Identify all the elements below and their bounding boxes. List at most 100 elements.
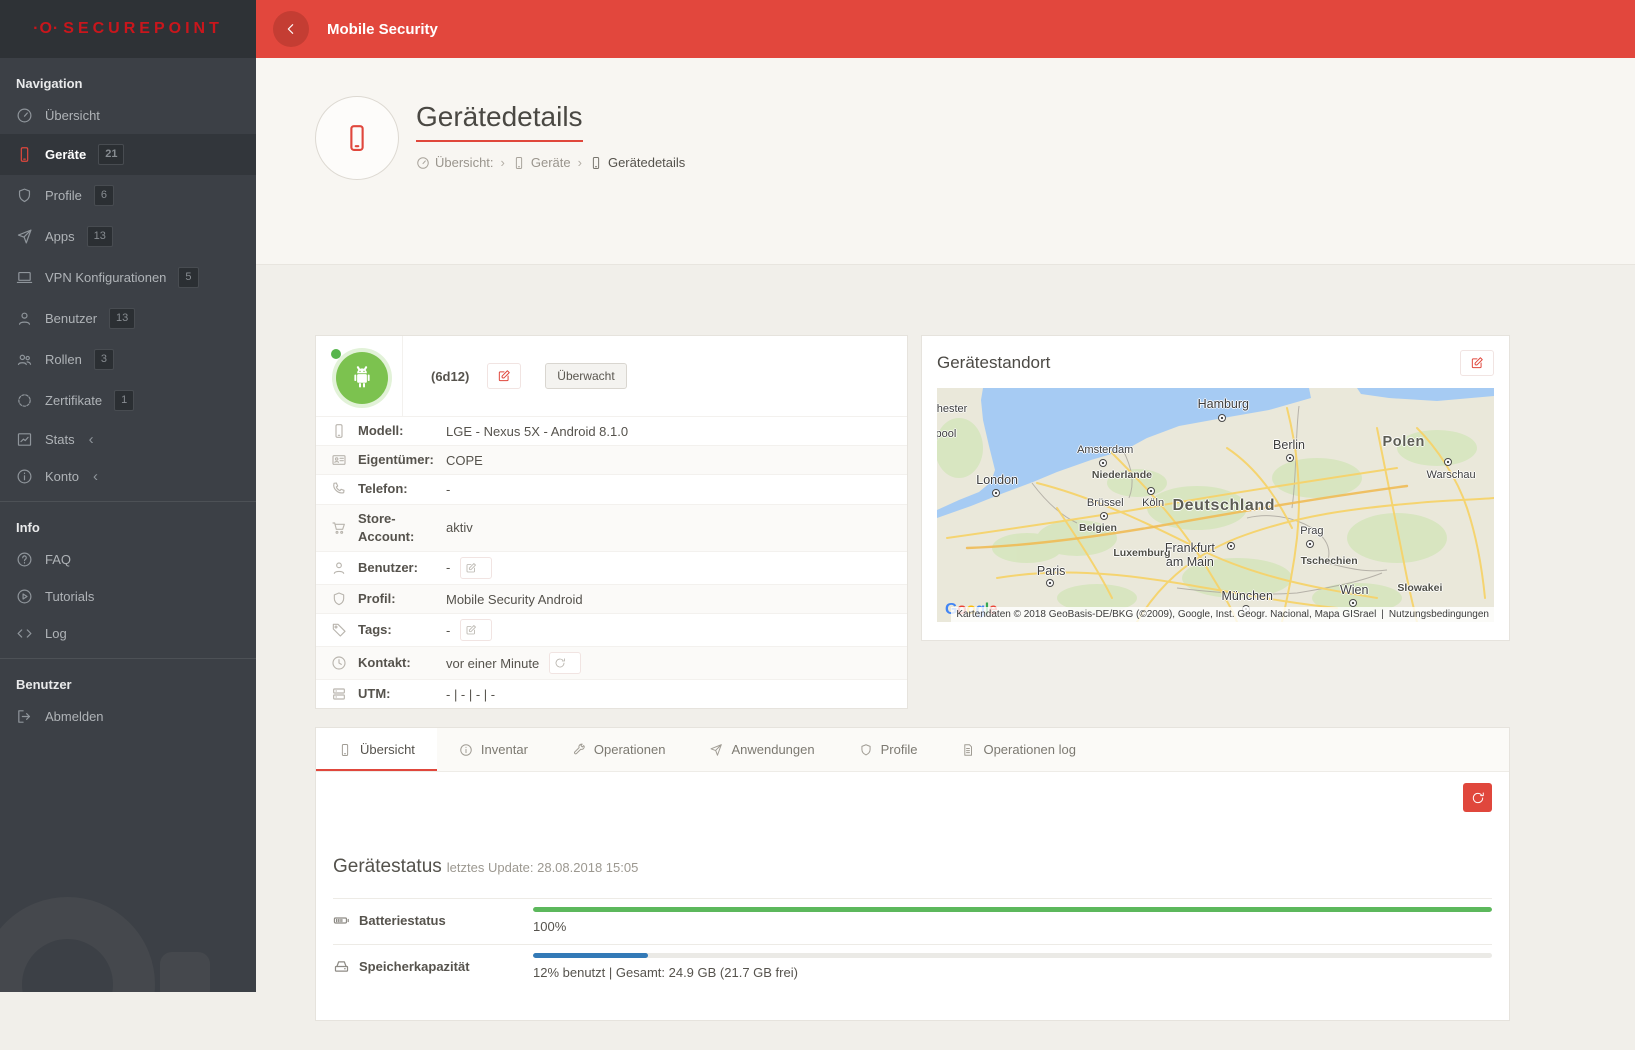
breadcrumb-item-bersicht[interactable]: Übersicht: [416, 155, 494, 170]
gauge-icon [16, 107, 33, 124]
map-city-marker [1099, 459, 1107, 467]
device-location-map[interactable]: chesterpoolHamburgAmsterdamBerlinPolenNi… [937, 388, 1494, 622]
logo-mark: ·O· [33, 20, 59, 38]
back-button[interactable] [273, 11, 309, 47]
detail-label: Profil: [358, 590, 446, 608]
nav-section-navigation: NavigationÜbersichtGeräte21Profile6Apps1… [0, 58, 256, 495]
map-city-marker [1147, 487, 1155, 495]
detail-value: - [446, 482, 450, 497]
edit-tags-button[interactable] [460, 619, 492, 641]
terms-link[interactable]: Nutzungsbedingungen [1389, 609, 1489, 620]
detail-value: Mobile Security Android [446, 592, 583, 607]
device-avatar [330, 348, 388, 404]
clock-icon [331, 655, 347, 671]
attribution-separator: | [1381, 609, 1384, 620]
file-text-icon [961, 743, 975, 757]
page-avatar [315, 96, 399, 180]
tab-anwendungen[interactable]: Anwendungen [687, 728, 836, 771]
count-badge: 6 [94, 185, 114, 206]
battery-icon [333, 912, 350, 929]
sidebar-item-faq[interactable]: FAQ [0, 541, 256, 578]
smartphone-icon [589, 156, 603, 170]
info-icon [459, 743, 473, 757]
handset-icon [331, 481, 347, 497]
sidebar-item-ger-te[interactable]: Geräte21 [0, 134, 256, 175]
detail-value-text: - [446, 623, 450, 638]
breadcrumb-separator: › [501, 155, 505, 170]
tab-bar: ÜbersichtInventar Operationen Anwendungen P… [316, 728, 1509, 772]
detail-value: - [446, 619, 492, 641]
sidebar-item-label: Log [45, 626, 67, 641]
sidebar-item-abmelden[interactable]: Abmelden [0, 698, 256, 735]
device-detail-row-profil: Profil:Mobile Security Android [316, 584, 907, 613]
status-label-text: Batteriestatus [359, 913, 446, 928]
sidebar-item-konto[interactable]: Konto‹ [0, 458, 256, 495]
sidebar-item-stats[interactable]: Stats‹ [0, 421, 256, 458]
edit-benutzer-button[interactable] [460, 557, 492, 579]
detail-value-text: - | - | - | - [446, 687, 495, 702]
tab-inventar[interactable]: Inventar [437, 728, 550, 771]
users-icon [16, 351, 33, 368]
wrench-icon [572, 743, 586, 757]
tab-profile[interactable]: Profile [837, 728, 940, 771]
detail-label: UTM: [358, 685, 446, 703]
sidebar-item-zertifikate[interactable]: Zertifikate1 [0, 380, 256, 421]
edit-device-name-button[interactable] [487, 363, 521, 389]
breadcrumb-item-ger-tedetails[interactable]: Gerätedetails [589, 155, 685, 170]
sidebar-item-bersicht[interactable]: Übersicht [0, 97, 256, 134]
detail-value: COPE [446, 453, 483, 468]
count-badge: 1 [114, 390, 134, 411]
refresh-icon [1471, 791, 1485, 805]
tab-bersicht[interactable]: Übersicht [316, 728, 437, 771]
sidebar-item-apps[interactable]: Apps13 [0, 216, 256, 257]
tab-operationen[interactable]: Operationen [550, 728, 688, 771]
count-badge: 13 [109, 308, 135, 329]
sidebar-item-tutorials[interactable]: Tutorials [0, 578, 256, 615]
question-icon [16, 551, 33, 568]
smartphone-icon [342, 123, 372, 153]
tab-label: Profile [881, 742, 918, 757]
map-card-title: Gerätestandort [937, 353, 1050, 373]
map-attribution: Kartendaten © 2018 GeoBasis-DE/BKG (©200… [951, 607, 1494, 622]
device-detail-row-modell: Modell:LGE - Nexus 5X - Android 8.1.0 [316, 416, 907, 445]
tab-label: Operationen [594, 742, 666, 757]
refresh-status-button[interactable] [1463, 783, 1492, 812]
sidebar-item-benutzer[interactable]: Benutzer13 [0, 298, 256, 339]
status-row-speicherkapazit-t: Speicherkapazität12% benutzt | Gesamt: 2… [333, 944, 1492, 990]
breadcrumb: Übersicht:›Geräte›Gerätedetails [416, 155, 685, 170]
refresh-kontakt-button[interactable] [549, 652, 581, 674]
device-name: (6d12) [431, 369, 469, 384]
detail-value-text: aktiv [446, 520, 473, 535]
detail-value-text: - [446, 482, 450, 497]
edit-location-button[interactable] [1460, 350, 1494, 376]
sidebar-item-rollen[interactable]: Rollen3 [0, 339, 256, 380]
progress-track [533, 953, 1492, 958]
count-badge: 5 [178, 267, 198, 288]
edit-icon [465, 624, 477, 636]
android-icon [347, 363, 377, 393]
breadcrumb-label: Geräte [531, 155, 571, 170]
sidebar-item-log[interactable]: Log [0, 615, 256, 652]
sidebar-item-label: Apps [45, 229, 75, 244]
smartphone-icon [338, 743, 352, 757]
nav-section-info: InfoFAQTutorialsLog [0, 501, 256, 652]
detail-value-text: - [446, 560, 450, 575]
detail-value: vor einer Minute [446, 652, 581, 674]
certificate-icon [16, 392, 33, 409]
edit-icon [1470, 356, 1484, 370]
sidebar-item-label: FAQ [45, 552, 71, 567]
sidebar-item-label: Tutorials [45, 589, 94, 604]
topbar: Mobile Security [256, 0, 1635, 58]
logout-icon [16, 708, 33, 725]
breadcrumb-item-ger-te[interactable]: Geräte [512, 155, 571, 170]
chevron-collapse-icon: ‹ [89, 431, 94, 448]
sidebar-item-profile[interactable]: Profile6 [0, 175, 256, 216]
map-city-marker [1046, 579, 1054, 587]
code-icon [16, 625, 33, 642]
sidebar-item-vpn-konfigurationen[interactable]: VPN Konfigurationen5 [0, 257, 256, 298]
tab-content: Gerätestatusletztes Update: 28.08.2018 1… [316, 772, 1509, 1020]
detail-value-text: Mobile Security Android [446, 592, 583, 607]
detail-label: Eigentümer: [358, 451, 446, 469]
tab-operationen-log[interactable]: Operationen log [939, 728, 1098, 771]
progress-fill [533, 907, 1492, 912]
